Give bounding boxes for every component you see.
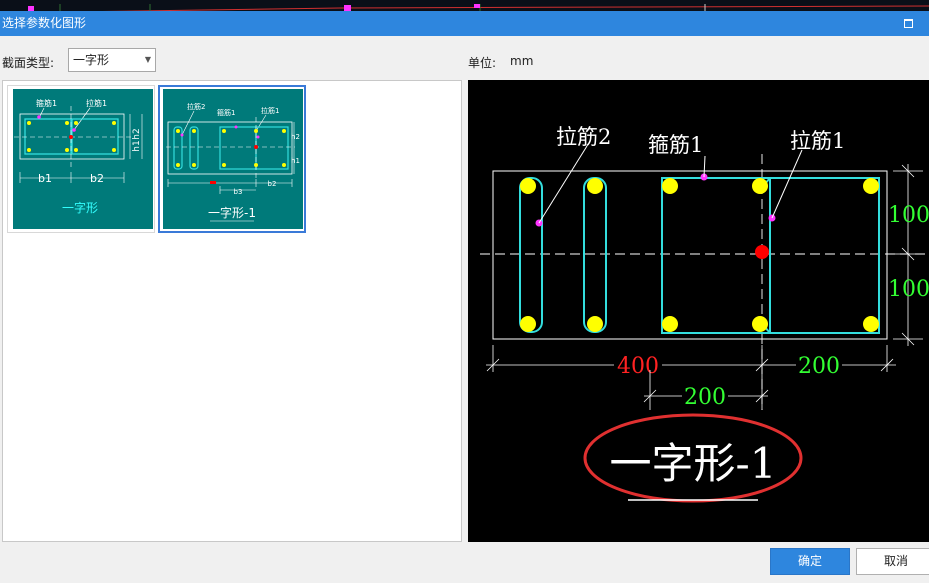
- thumb1-h2-label: h2: [132, 128, 142, 139]
- thumb2-stirrup-label: 箍筋1: [217, 108, 235, 117]
- dropdown-arrow-icon: ▼: [144, 55, 151, 64]
- unit-label: 单位:: [468, 56, 497, 70]
- preview-left-width-dim: 400: [617, 354, 659, 379]
- confirm-button[interactable]: 确定: [770, 548, 850, 575]
- thumb2-tie1-label: 拉筋1: [261, 106, 279, 115]
- cancel-button[interactable]: 取消: [856, 548, 929, 575]
- thumb1-b1-label: b1: [38, 172, 52, 185]
- thumb2-b2-label: b2: [268, 180, 277, 188]
- preview-top-height-dim: 100: [888, 203, 929, 228]
- background-app-strip: [0, 0, 929, 11]
- shape-thumbnail-yizixing[interactable]: 箍筋1 拉筋1 h2 h1 b1 b2 一字形: [7, 85, 155, 233]
- background-drawing: [28, 4, 929, 11]
- thumb1-stirrup-label: 箍筋1: [36, 98, 57, 108]
- dialog-titlebar: 选择参数化图形: [0, 11, 929, 36]
- thumb2-caption: 一字形-1: [208, 205, 256, 220]
- shape-thumbnail-yizixing-1[interactable]: 拉筋2 箍筋1 拉筋1 h2 h1 b2 b3 一字形-1: [158, 85, 306, 233]
- preview-inner-width-dim: 200: [684, 385, 726, 410]
- thumb2-h2-label: h2: [291, 133, 300, 141]
- thumb2-h1-label: h1: [291, 157, 300, 165]
- thumb2-tie2-label: 拉筋2: [187, 102, 205, 111]
- preview-tie1-label: 拉筋1: [790, 129, 845, 153]
- thumb1-tie-label: 拉筋1: [86, 98, 107, 108]
- thumb2-b3-label: b3: [234, 188, 243, 196]
- shape-list-panel: 箍筋1 拉筋1 h2 h1 b1 b2 一字形 拉筋2 箍筋1 拉筋1 h2 h…: [2, 80, 462, 542]
- section-type-select[interactable]: 一字形 ▼: [68, 48, 156, 72]
- thumb1-b2-label: b2: [90, 172, 104, 185]
- preview-right-width-dim: 200: [798, 354, 840, 379]
- section-type-value: 一字形: [73, 53, 110, 67]
- preview-caption: 一字形-1: [610, 439, 777, 488]
- preview-stirrup-label: 箍筋1: [648, 133, 703, 157]
- dialog-title: 选择参数化图形: [2, 16, 87, 30]
- shape-thumbnail-drawing: 箍筋1 拉筋1 h2 h1 b1 b2 一字形: [13, 89, 153, 229]
- unit-value: mm: [510, 54, 534, 68]
- shape-thumbnail-drawing: 拉筋2 箍筋1 拉筋1 h2 h1 b2 b3 一字形-1: [163, 89, 303, 229]
- shape-preview-drawing: 拉筋2 箍筋1 拉筋1 100 100 400 200 200 一字形-1: [480, 125, 929, 503]
- preview-bottom-height-dim: 100: [888, 277, 929, 302]
- section-type-label: 截面类型:: [2, 56, 55, 70]
- shape-preview-panel: 拉筋2 箍筋1 拉筋1 100 100 400 200 200 一字形-1: [468, 80, 929, 542]
- thumb1-h1-label: h1: [132, 140, 142, 151]
- preview-tie2-label: 拉筋2: [556, 125, 611, 149]
- thumb1-caption: 一字形: [62, 200, 98, 215]
- maximize-icon[interactable]: [904, 19, 913, 28]
